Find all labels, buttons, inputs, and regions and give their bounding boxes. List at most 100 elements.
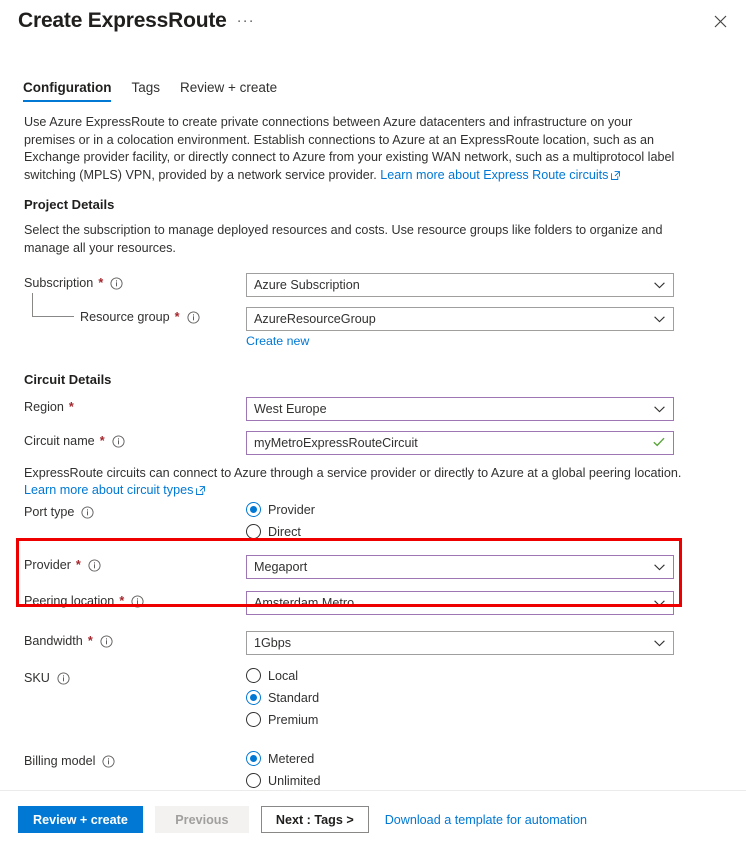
valid-check-icon	[653, 436, 665, 450]
chevron-down-icon	[654, 560, 665, 574]
circuit-name-value: myMetroExpressRouteCircuit	[254, 436, 418, 450]
chevron-down-icon	[654, 278, 665, 292]
billing-model-label: Billing model	[24, 751, 246, 768]
provider-field: Megaport	[246, 555, 674, 579]
sku-row: SKU Local Standard Premium	[24, 668, 726, 727]
bandwidth-label: Bandwidth *	[24, 631, 246, 648]
required-asterisk: *	[119, 594, 125, 608]
learn-more-express-route-link[interactable]: Learn more about Express Route circuits	[380, 168, 608, 182]
tab-bar: Configuration Tags Review + create	[0, 74, 746, 102]
radio-button[interactable]	[246, 712, 261, 727]
review-create-button[interactable]: Review + create	[18, 806, 143, 833]
billing-model-option-metered[interactable]: Metered	[246, 751, 674, 766]
region-select[interactable]: West Europe	[246, 397, 674, 421]
radio-button[interactable]	[246, 524, 261, 539]
port-type-option-direct[interactable]: Direct	[246, 524, 674, 539]
sku-option-standard[interactable]: Standard	[246, 690, 674, 705]
project-details-heading: Project Details	[24, 197, 115, 212]
circuit-name-input[interactable]: myMetroExpressRouteCircuit	[246, 431, 674, 455]
bandwidth-label-text: Bandwidth	[24, 634, 83, 648]
radio-button[interactable]	[246, 690, 261, 705]
billing-model-option-unlimited[interactable]: Unlimited	[246, 773, 674, 788]
required-asterisk: *	[174, 310, 180, 324]
bandwidth-value: 1Gbps	[254, 636, 292, 650]
info-icon[interactable]	[112, 434, 125, 448]
create-new-resource-group-link[interactable]: Create new	[246, 334, 309, 348]
circuit-name-row: Circuit name * myMetroExpressRouteCircuit	[24, 431, 726, 455]
more-options-icon[interactable]: ···	[237, 12, 255, 29]
circuit-type-note-text: ExpressRoute circuits can connect to Azu…	[24, 466, 682, 480]
port-type-field: Provider Direct	[246, 502, 674, 539]
info-icon[interactable]	[100, 634, 113, 648]
port-type-row: Port type Provider Direct	[24, 502, 726, 539]
radio-button[interactable]	[246, 502, 261, 517]
required-asterisk: *	[75, 558, 81, 572]
info-icon[interactable]	[88, 558, 101, 572]
circuit-name-field: myMetroExpressRouteCircuit	[246, 431, 674, 455]
resource-group-select[interactable]: AzureResourceGroup	[246, 307, 674, 331]
circuit-type-note: ExpressRoute circuits can connect to Azu…	[24, 465, 726, 500]
radio-button[interactable]	[246, 751, 261, 766]
title-bar: Create ExpressRoute ···	[0, 0, 746, 44]
resource-group-row: Resource group * AzureResourceGroup Creat…	[24, 293, 726, 350]
billing-model-field: Metered Unlimited	[246, 751, 674, 788]
peering-location-row: Peering location * Amsterdam Metro	[24, 591, 726, 615]
required-asterisk: *	[98, 276, 104, 290]
intro-paragraph: Use Azure ExpressRoute to create private…	[24, 114, 684, 185]
sku-option-premium[interactable]: Premium	[246, 712, 674, 727]
info-icon[interactable]	[102, 754, 115, 768]
sku-field: Local Standard Premium	[246, 668, 674, 727]
external-link-icon	[196, 483, 206, 500]
sku-label: SKU	[24, 668, 246, 685]
subscription-label: Subscription *	[24, 273, 246, 290]
tab-review-create[interactable]: Review + create	[170, 80, 287, 102]
peering-location-label-text: Peering location	[24, 594, 115, 608]
external-link-icon	[611, 168, 621, 186]
download-template-link[interactable]: Download a template for automation	[385, 813, 587, 827]
region-row: Region * West Europe	[24, 397, 726, 421]
next-tags-button[interactable]: Next : Tags >	[260, 806, 369, 833]
port-type-option-label: Provider	[268, 502, 315, 517]
page-title: Create ExpressRoute	[18, 9, 227, 32]
port-type-label: Port type	[24, 502, 246, 519]
subscription-value: Azure Subscription	[254, 278, 360, 292]
chevron-down-icon	[654, 596, 665, 610]
circuit-name-label: Circuit name *	[24, 431, 246, 448]
billing-model-row: Billing model Metered Unlimited	[24, 751, 726, 788]
chevron-down-icon	[654, 402, 665, 416]
provider-row: Provider * Megaport	[24, 555, 726, 579]
sku-option-local[interactable]: Local	[246, 668, 674, 683]
project-details-description: Select the subscription to manage deploy…	[24, 223, 663, 255]
bandwidth-row: Bandwidth * 1Gbps	[24, 631, 726, 655]
region-value: West Europe	[254, 402, 327, 416]
bandwidth-select[interactable]: 1Gbps	[246, 631, 674, 655]
radio-button[interactable]	[246, 668, 261, 683]
subscription-row: Subscription * Azure Subscription	[24, 273, 726, 297]
peering-location-select[interactable]: Amsterdam Metro	[246, 591, 674, 615]
peering-location-label: Peering location *	[24, 591, 246, 608]
tab-configuration[interactable]: Configuration	[20, 80, 121, 102]
previous-button: Previous	[154, 806, 249, 833]
region-label-text: Region	[24, 400, 64, 414]
provider-select[interactable]: Megaport	[246, 555, 674, 579]
close-icon[interactable]	[706, 7, 734, 35]
info-icon[interactable]	[186, 310, 200, 324]
sku-radio-group: Local Standard Premium	[246, 668, 674, 727]
learn-more-circuit-types-link[interactable]: Learn more about circuit types	[24, 483, 193, 497]
subscription-select[interactable]: Azure Subscription	[246, 273, 674, 297]
port-type-option-provider[interactable]: Provider	[246, 502, 674, 517]
info-icon[interactable]	[110, 276, 123, 290]
required-asterisk: *	[99, 434, 105, 448]
peering-location-field: Amsterdam Metro	[246, 591, 674, 615]
info-icon[interactable]	[81, 505, 94, 519]
sku-option-label: Premium	[268, 712, 319, 727]
provider-label-text: Provider	[24, 558, 71, 572]
radio-button[interactable]	[246, 773, 261, 788]
billing-model-option-label: Unlimited	[268, 773, 321, 788]
form-content: Use Azure ExpressRoute to create private…	[0, 102, 746, 788]
circuit-name-label-text: Circuit name	[24, 434, 95, 448]
port-type-option-label: Direct	[268, 524, 301, 539]
tab-tags[interactable]: Tags	[121, 80, 170, 102]
info-icon[interactable]	[131, 594, 144, 608]
info-icon[interactable]	[57, 671, 70, 685]
